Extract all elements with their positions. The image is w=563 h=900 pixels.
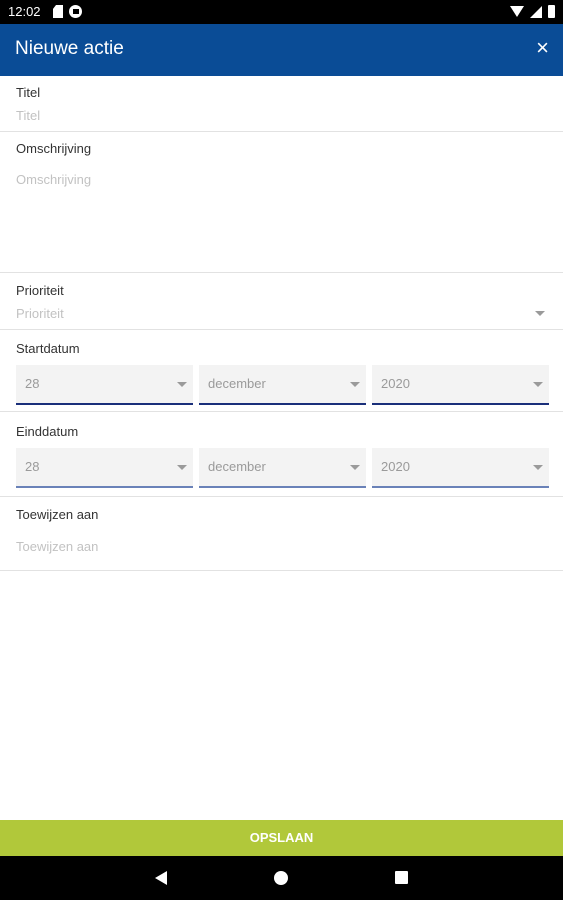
toewijzen-field[interactable]: Toewijzen aan Toewijzen aan bbox=[0, 496, 563, 571]
startdatum-year-value: 2020 bbox=[381, 376, 410, 391]
omschrijving-label: Omschrijving bbox=[16, 141, 92, 156]
page-title: Nieuwe actie bbox=[15, 38, 124, 59]
startdatum-field: Startdatum 28 december 2020 bbox=[0, 329, 563, 412]
startdatum-year-select[interactable]: 2020 bbox=[372, 365, 549, 405]
startdatum-label: Startdatum bbox=[16, 341, 80, 356]
prioriteit-select[interactable]: Prioriteit bbox=[16, 306, 64, 321]
toewijzen-input[interactable]: Toewijzen aan bbox=[16, 539, 98, 554]
back-icon[interactable] bbox=[155, 871, 167, 885]
omschrijving-input[interactable]: Omschrijving bbox=[16, 172, 91, 187]
chevron-down-icon bbox=[533, 382, 543, 387]
home-icon[interactable] bbox=[274, 871, 288, 885]
titel-label: Titel bbox=[16, 85, 41, 100]
sd-card-icon bbox=[53, 5, 63, 18]
close-icon[interactable]: × bbox=[536, 36, 549, 60]
chevron-down-icon bbox=[177, 465, 187, 470]
einddatum-label: Einddatum bbox=[16, 424, 79, 439]
status-bar: 12:02 bbox=[0, 0, 563, 24]
signal-icon bbox=[530, 5, 542, 18]
prioriteit-field[interactable]: Prioriteit Prioriteit bbox=[0, 272, 563, 330]
status-time: 12:02 bbox=[8, 4, 41, 19]
app-bar: Nieuwe actie × bbox=[0, 24, 563, 76]
einddatum-day-value: 28 bbox=[25, 459, 40, 474]
titel-input[interactable]: Titel bbox=[16, 108, 40, 123]
einddatum-day-select[interactable]: 28 bbox=[16, 448, 193, 488]
einddatum-month-value: december bbox=[208, 459, 266, 474]
omschrijving-field[interactable]: Omschrijving Omschrijving bbox=[0, 131, 563, 273]
chevron-down-icon bbox=[350, 382, 360, 387]
chevron-down-icon bbox=[177, 382, 187, 387]
battery-icon bbox=[548, 5, 555, 18]
system-nav-bar bbox=[0, 856, 563, 900]
chevron-down-icon[interactable] bbox=[535, 311, 545, 316]
titel-field[interactable]: Titel Titel bbox=[0, 76, 563, 132]
startdatum-month-select[interactable]: december bbox=[199, 365, 366, 405]
startdatum-day-value: 28 bbox=[25, 376, 40, 391]
prioriteit-label: Prioriteit bbox=[16, 283, 64, 298]
app-notification-icon bbox=[69, 5, 82, 18]
save-button[interactable]: OPSLAAN bbox=[0, 820, 563, 856]
startdatum-day-select[interactable]: 28 bbox=[16, 365, 193, 405]
einddatum-year-value: 2020 bbox=[381, 459, 410, 474]
recents-icon[interactable] bbox=[395, 871, 408, 884]
toewijzen-label: Toewijzen aan bbox=[16, 507, 99, 522]
einddatum-month-select[interactable]: december bbox=[199, 448, 366, 488]
startdatum-month-value: december bbox=[208, 376, 266, 391]
chevron-down-icon bbox=[533, 465, 543, 470]
einddatum-year-select[interactable]: 2020 bbox=[372, 448, 549, 488]
wifi-icon bbox=[510, 6, 524, 17]
einddatum-field: Einddatum 28 december 2020 bbox=[0, 411, 563, 497]
chevron-down-icon bbox=[350, 465, 360, 470]
